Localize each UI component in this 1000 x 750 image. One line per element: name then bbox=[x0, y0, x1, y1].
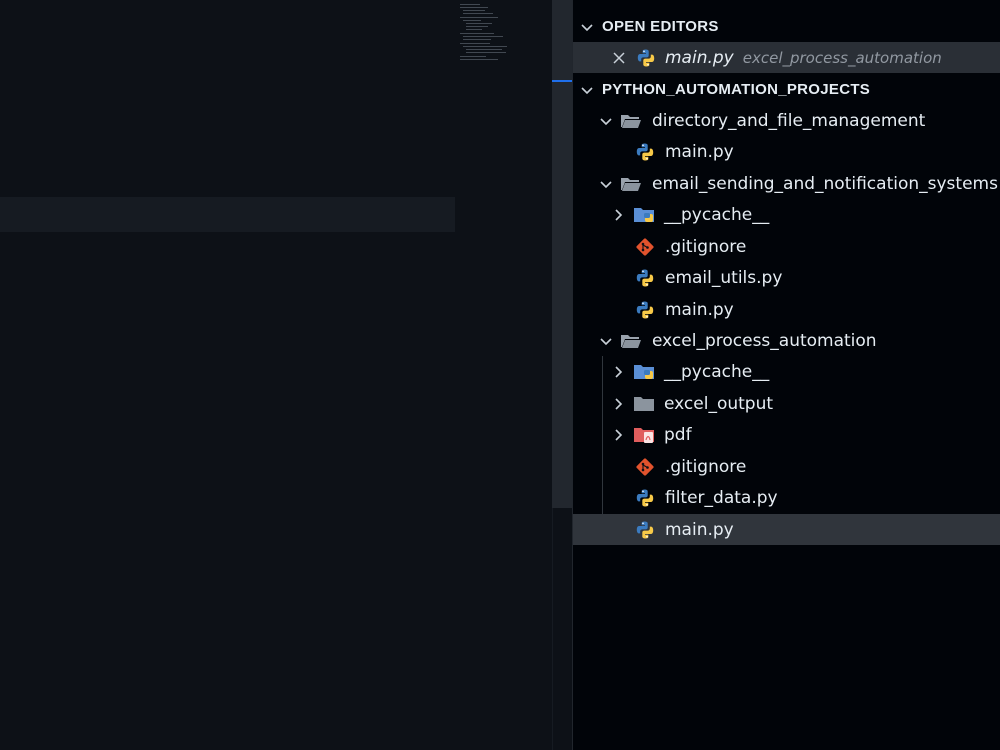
tree-item-label: .gitignore bbox=[665, 236, 747, 257]
tree-file-filter-data-py[interactable]: filter_data.py bbox=[573, 482, 1000, 513]
minimap-line bbox=[463, 10, 485, 11]
minimap-line bbox=[463, 20, 481, 21]
tree-item-label: __pycache__ bbox=[664, 204, 770, 225]
chevron-right-icon bbox=[609, 426, 627, 444]
tree-folder-excel-output[interactable]: excel_output bbox=[573, 388, 1000, 419]
tree-folder-excel-process-automation[interactable]: excel_process_automation bbox=[573, 325, 1000, 356]
tree-file-email-utils-py[interactable]: email_utils.py bbox=[573, 262, 1000, 293]
minimap-line bbox=[463, 13, 493, 14]
current-line-highlight bbox=[0, 197, 455, 232]
minimap-line bbox=[466, 26, 488, 27]
tree-item-label: directory_and_file_management bbox=[652, 110, 926, 131]
tree-file-gitignore[interactable]: .gitignore bbox=[573, 231, 1000, 262]
tree-item-label: .gitignore bbox=[665, 456, 747, 477]
chevron-down-icon bbox=[578, 18, 596, 36]
chevron-down-icon bbox=[597, 332, 615, 350]
chevron-down-icon bbox=[578, 81, 596, 99]
minimap-line bbox=[460, 56, 486, 57]
tree-item-label: main.py bbox=[665, 519, 734, 540]
close-icon[interactable] bbox=[610, 49, 628, 67]
editor-scrollbar-thumb[interactable] bbox=[552, 0, 572, 508]
chevron-right-icon bbox=[609, 206, 627, 224]
tree-item-label: __pycache__ bbox=[664, 361, 770, 382]
tree-item-label: excel_process_automation bbox=[652, 330, 877, 351]
chevron-down-icon bbox=[597, 175, 615, 193]
code-editor[interactable] bbox=[0, 0, 552, 750]
python-file-icon bbox=[634, 519, 656, 541]
open-editor-item[interactable]: main.py excel_process_automation bbox=[573, 42, 1000, 73]
minimap-line bbox=[460, 59, 498, 60]
python-file-icon bbox=[634, 267, 656, 289]
open-editor-filename: main.py bbox=[665, 47, 734, 68]
minimap-line bbox=[466, 52, 506, 53]
open-editors-title: OPEN EDITORS bbox=[602, 18, 719, 35]
chevron-down-icon bbox=[597, 112, 615, 130]
python-file-icon bbox=[635, 47, 657, 69]
tree-folder-pdf[interactable]: pdf bbox=[573, 419, 1000, 450]
folder-open-icon bbox=[620, 110, 642, 132]
minimap-line bbox=[460, 43, 490, 44]
tree-item-label: filter_data.py bbox=[665, 487, 778, 508]
chevron-right-icon bbox=[609, 363, 627, 381]
minimap-line bbox=[460, 7, 488, 8]
minimap-line bbox=[466, 29, 482, 30]
tree-file-main-py-selected[interactable]: main.py bbox=[573, 514, 1000, 545]
tree-file-main-py[interactable]: main.py bbox=[573, 136, 1000, 167]
git-icon bbox=[634, 236, 656, 258]
minimap-line bbox=[460, 4, 480, 5]
minimap-line bbox=[463, 36, 503, 37]
minimap[interactable] bbox=[458, 0, 548, 70]
folder-open-icon bbox=[620, 330, 642, 352]
tree-folder-directory-and-file-management[interactable]: directory_and_file_management bbox=[573, 105, 1000, 136]
minimap-line bbox=[466, 49, 502, 50]
tree-folder-email-sending[interactable]: email_sending_and_notification_systems bbox=[573, 168, 1000, 199]
chevron-right-icon bbox=[609, 395, 627, 413]
minimap-line bbox=[460, 33, 494, 34]
tree-item-label: pdf bbox=[664, 424, 692, 445]
open-editor-folder: excel_process_automation bbox=[742, 48, 942, 67]
git-icon bbox=[634, 456, 656, 478]
minimap-line bbox=[460, 17, 498, 18]
tree-item-label: email_sending_and_notification_systems bbox=[652, 173, 998, 194]
tree-folder-pycache[interactable]: __pycache__ bbox=[573, 199, 1000, 230]
tree-item-label: excel_output bbox=[664, 393, 774, 414]
open-editors-header[interactable]: OPEN EDITORS bbox=[573, 11, 1000, 42]
python-file-icon bbox=[634, 141, 656, 163]
scroll-position-indicator bbox=[552, 80, 572, 82]
pycache-folder-icon bbox=[633, 204, 655, 226]
pdf-folder-icon bbox=[633, 424, 655, 446]
tree-file-gitignore[interactable]: .gitignore bbox=[573, 451, 1000, 482]
tree-item-label: email_utils.py bbox=[665, 267, 783, 288]
tree-item-label: main.py bbox=[665, 141, 734, 162]
project-root-header[interactable]: PYTHON_AUTOMATION_PROJECTS bbox=[573, 74, 1000, 105]
python-file-icon bbox=[634, 299, 656, 321]
minimap-line bbox=[463, 46, 507, 47]
pycache-folder-icon bbox=[633, 361, 655, 383]
project-root-title: PYTHON_AUTOMATION_PROJECTS bbox=[602, 81, 871, 98]
python-file-icon bbox=[634, 487, 656, 509]
folder-icon bbox=[633, 393, 655, 415]
tree-file-main-py[interactable]: main.py bbox=[573, 294, 1000, 325]
tree-folder-pycache[interactable]: __pycache__ bbox=[573, 356, 1000, 387]
minimap-line bbox=[466, 23, 492, 24]
tree-item-label: main.py bbox=[665, 299, 734, 320]
minimap-line bbox=[463, 39, 491, 40]
explorer-sidebar: OPEN EDITORS main.py excel_process_autom… bbox=[573, 0, 1000, 750]
folder-open-icon bbox=[620, 173, 642, 195]
